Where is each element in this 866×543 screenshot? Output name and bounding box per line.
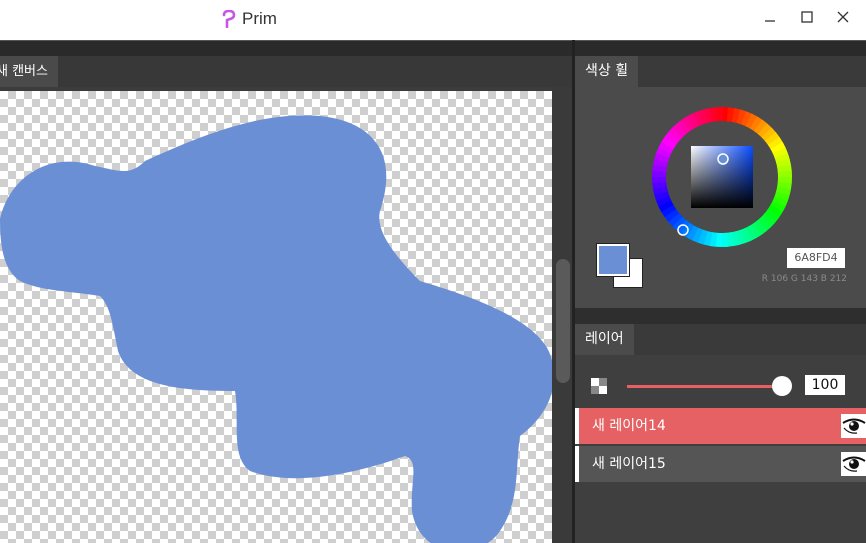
hex-color-input[interactable]: 6A8FD4	[787, 248, 845, 268]
layers-panel-header: 레이어	[575, 324, 866, 355]
layer-name: 새 레이어15	[592, 456, 666, 472]
opacity-icon	[591, 378, 607, 394]
sv-picker-handle[interactable]	[717, 153, 729, 165]
opacity-slider-thumb[interactable]	[772, 376, 792, 396]
eye-icon[interactable]	[841, 414, 866, 438]
color-wheel-panel: 색상 휠 6A8FD4 R 106 G 143 B 212	[575, 56, 866, 308]
layer-row[interactable]: 새 레이어15	[575, 446, 866, 482]
tab-color-wheel[interactable]: 색상 휠	[575, 56, 639, 87]
color-panel-header: 색상 휠	[575, 56, 866, 87]
opacity-slider-track[interactable]	[627, 385, 783, 388]
panel-separator	[575, 308, 866, 324]
eye-icon[interactable]	[841, 452, 866, 476]
close-icon	[837, 11, 849, 23]
maximize-button[interactable]	[793, 6, 821, 28]
app-title: Prim	[222, 8, 277, 30]
layers-panel: 레이어 100 새 레이어14 새 레이어15	[575, 324, 866, 543]
document-tab-bar: 새 캔버스	[0, 56, 572, 87]
minimize-icon	[765, 20, 775, 22]
color-wheel[interactable]	[651, 106, 793, 248]
title-bar: Prim	[0, 0, 866, 40]
tab-new-canvas[interactable]: 새 캔버스	[0, 56, 58, 87]
layer-name: 새 레이어14	[592, 418, 666, 434]
layer-row[interactable]: 새 레이어14	[575, 408, 866, 444]
tab-layers[interactable]: 레이어	[575, 324, 634, 355]
opacity-input[interactable]: 100	[805, 375, 845, 395]
drawing-canvas[interactable]	[0, 91, 552, 543]
rgb-readout: R 106 G 143 B 212	[761, 274, 847, 284]
minimize-button[interactable]	[756, 6, 784, 28]
foreground-color-swatch[interactable]	[596, 243, 630, 277]
brush-stroke	[0, 115, 552, 543]
toolbar-strip	[0, 40, 866, 57]
prim-logo-icon	[222, 10, 236, 28]
close-button[interactable]	[829, 6, 857, 28]
app-name: Prim	[242, 9, 277, 28]
maximize-icon	[801, 11, 813, 23]
canvas-viewport[interactable]	[0, 87, 572, 543]
tab-label: 새 캔버스	[0, 64, 48, 79]
canvas-scrollbar-thumb[interactable]	[556, 259, 570, 383]
